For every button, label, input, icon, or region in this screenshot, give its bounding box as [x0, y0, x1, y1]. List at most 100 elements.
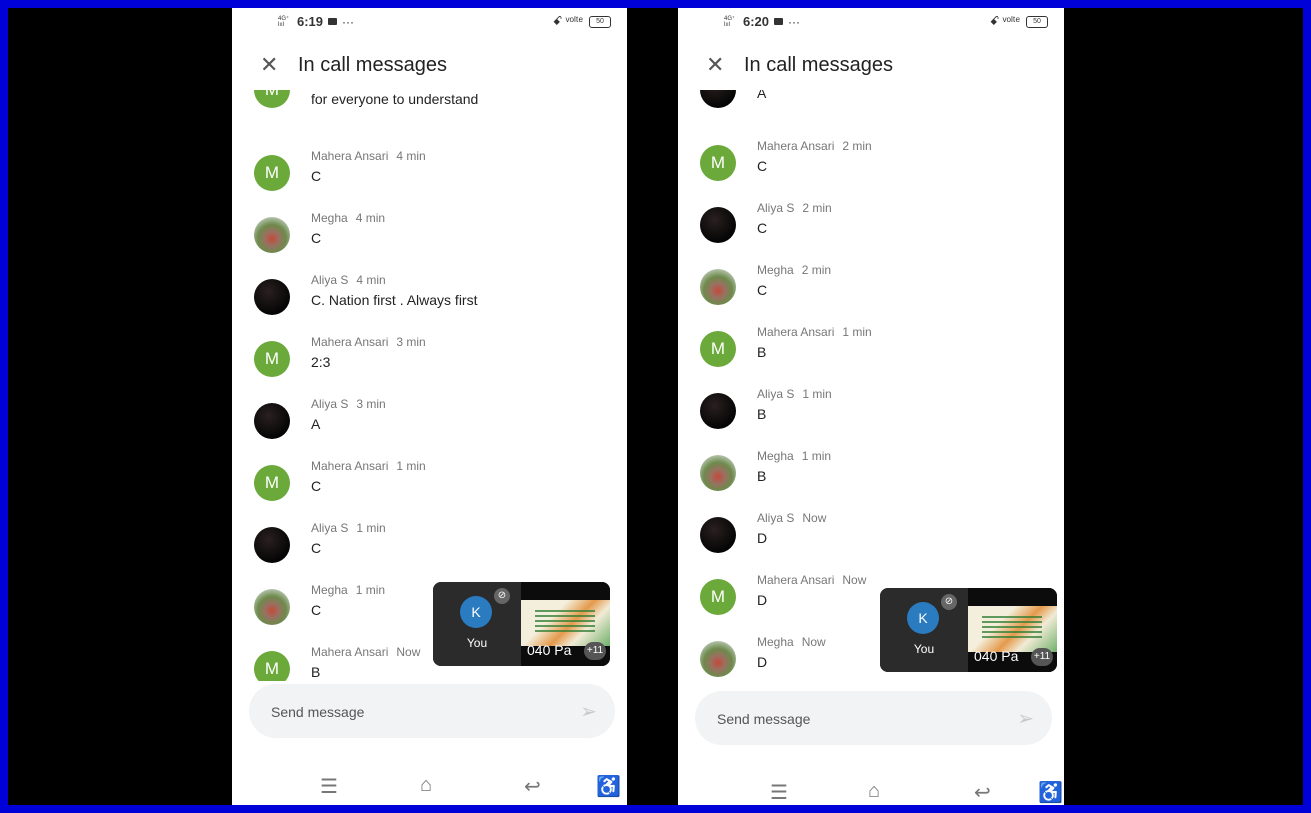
message-composer: ➢ — [249, 684, 615, 740]
message-text: C — [757, 282, 768, 298]
list-item: M If u could switch on the subs ..it wou… — [232, 90, 627, 120]
message-text: C — [311, 540, 322, 556]
message-text: C — [311, 168, 322, 184]
more-notifications: ··· — [342, 14, 355, 29]
accessibility-icon[interactable]: ♿ — [596, 774, 621, 799]
presenter-caption: 040 Pa — [527, 642, 572, 658]
sender-name: Mahera Ansari — [757, 573, 835, 587]
sender-name: Aliya S — [757, 387, 795, 401]
message-time: 4 min — [396, 149, 426, 163]
sender-name: Megha — [311, 211, 348, 225]
home-icon[interactable]: ⌂ — [420, 774, 432, 797]
sender-name: Aliya S — [311, 397, 349, 411]
signal-icon: 4G⁺ Ɩııl — [724, 15, 736, 28]
back-icon[interactable]: ↩ — [974, 780, 991, 805]
accessibility-icon[interactable]: ♿ — [1038, 780, 1063, 805]
message-text: 2:3 — [311, 354, 331, 370]
back-icon[interactable]: ↩ — [524, 774, 541, 799]
sender-name: Mahera Ansari — [311, 459, 389, 473]
message-text: B — [311, 664, 321, 680]
avatar: M — [254, 341, 290, 377]
avatar: M — [700, 145, 736, 181]
presenter-caption: 040 Pa — [974, 648, 1019, 664]
call-pip-window[interactable]: K ⊘ You 040 Pa +11 — [880, 588, 1057, 672]
avatar — [700, 90, 736, 108]
system-nav-bar: ☰ ⌂ ↩ ♿ — [232, 774, 627, 805]
sender-name: Aliya S — [311, 521, 349, 535]
message-text: A — [311, 416, 321, 432]
message-time: Now — [801, 635, 826, 649]
message-time: 2 min — [842, 139, 872, 153]
list-item: Aliya S 4 min C. Nation first . Always fi… — [232, 267, 627, 327]
signal-icon: 4G⁺ Ɩııl — [278, 15, 290, 28]
list-item: Aliya S 1 min C — [232, 515, 627, 575]
message-text: B — [757, 468, 767, 484]
battery-icon: 50 — [589, 15, 611, 28]
headphones-icon: ꗃ ᵛᵒˡᵗᵉ — [552, 14, 583, 28]
list-item: M Mahera Ansari 4 min C — [232, 143, 627, 203]
menu-icon[interactable]: ☰ — [770, 780, 788, 805]
avatar — [254, 527, 290, 563]
message-text: B — [757, 406, 767, 422]
sender-name: Megha — [757, 263, 794, 277]
list-item: A — [678, 90, 1064, 120]
sender-name: Megha — [311, 583, 348, 597]
avatar — [254, 403, 290, 439]
home-icon[interactable]: ⌂ — [868, 780, 880, 803]
avatar — [700, 207, 736, 243]
message-composer: ➢ — [695, 691, 1052, 747]
send-icon[interactable]: ➢ — [580, 699, 597, 724]
message-time: 3 min — [356, 397, 386, 411]
sender-name: Mahera Ansari — [311, 645, 389, 659]
message-time: 2 min — [802, 201, 832, 215]
phone-screen-right: 4G⁺ Ɩııl 6:20 ··· ꗃ ᵛᵒˡᵗᵉ 50 ✕ In call m… — [678, 8, 1064, 805]
self-tile: K ⊘ You — [433, 582, 521, 666]
system-nav-bar: ☰ ⌂ ↩ ♿ — [678, 780, 1064, 805]
avatar: K — [907, 602, 939, 634]
notification-icon — [328, 18, 338, 25]
message-time: Now — [802, 511, 827, 525]
avatar — [254, 279, 290, 315]
menu-icon[interactable]: ☰ — [320, 774, 338, 799]
avatar: M — [700, 579, 736, 615]
message-time: 1 min — [802, 387, 832, 401]
participant-count-badge: +11 — [1031, 648, 1053, 666]
message-time: Now — [396, 645, 421, 659]
message-time: 1 min — [355, 583, 386, 597]
sender-name: Mahera Ansari — [311, 149, 389, 163]
self-tile: K ⊘ You — [880, 588, 968, 672]
message-text: C — [757, 220, 768, 236]
avatar: K — [460, 596, 492, 628]
list-item: Megha 4 min C — [232, 205, 627, 265]
sender-name: Aliya S — [757, 511, 795, 525]
page-title: In call messages — [744, 54, 893, 76]
screen-share-tile: 040 Pa +11 — [521, 582, 610, 666]
you-label: You — [466, 636, 488, 650]
send-message-input[interactable] — [269, 684, 533, 740]
message-text: A — [757, 90, 767, 101]
avatar — [700, 455, 736, 491]
sender-name: Mahera Ansari — [311, 335, 389, 349]
close-icon[interactable]: ✕ — [706, 52, 724, 78]
battery-icon: 50 — [1026, 15, 1048, 28]
send-icon[interactable]: ➢ — [1017, 706, 1034, 731]
mic-off-icon: ⊘ — [941, 594, 957, 610]
message-time: 1 min — [396, 459, 426, 473]
call-pip-window[interactable]: K ⊘ You 040 Pa +11 — [433, 582, 610, 666]
message-time: Now — [842, 573, 867, 587]
avatar: M — [254, 90, 290, 108]
close-icon[interactable]: ✕ — [260, 52, 278, 78]
list-item: M Mahera Ansari 3 min 2:3 — [232, 329, 627, 389]
list-item: Aliya S Now D — [678, 505, 1064, 565]
send-message-input[interactable] — [715, 691, 979, 747]
message-text: If u could switch on the subs ..it would… — [311, 91, 479, 107]
avatar — [700, 393, 736, 429]
sender-name: Aliya S — [757, 201, 795, 215]
message-time: 4 min — [355, 211, 386, 225]
avatar — [254, 217, 290, 253]
status-bar: 4G⁺ Ɩııl 6:20 ··· ꗃ ᵛᵒˡᵗᵉ 50 — [678, 8, 1064, 36]
sender-name: Megha — [757, 449, 794, 463]
status-time: 6:19 — [297, 14, 324, 29]
you-label: You — [913, 642, 935, 656]
message-text: C. Nation first . Always first — [311, 292, 478, 308]
